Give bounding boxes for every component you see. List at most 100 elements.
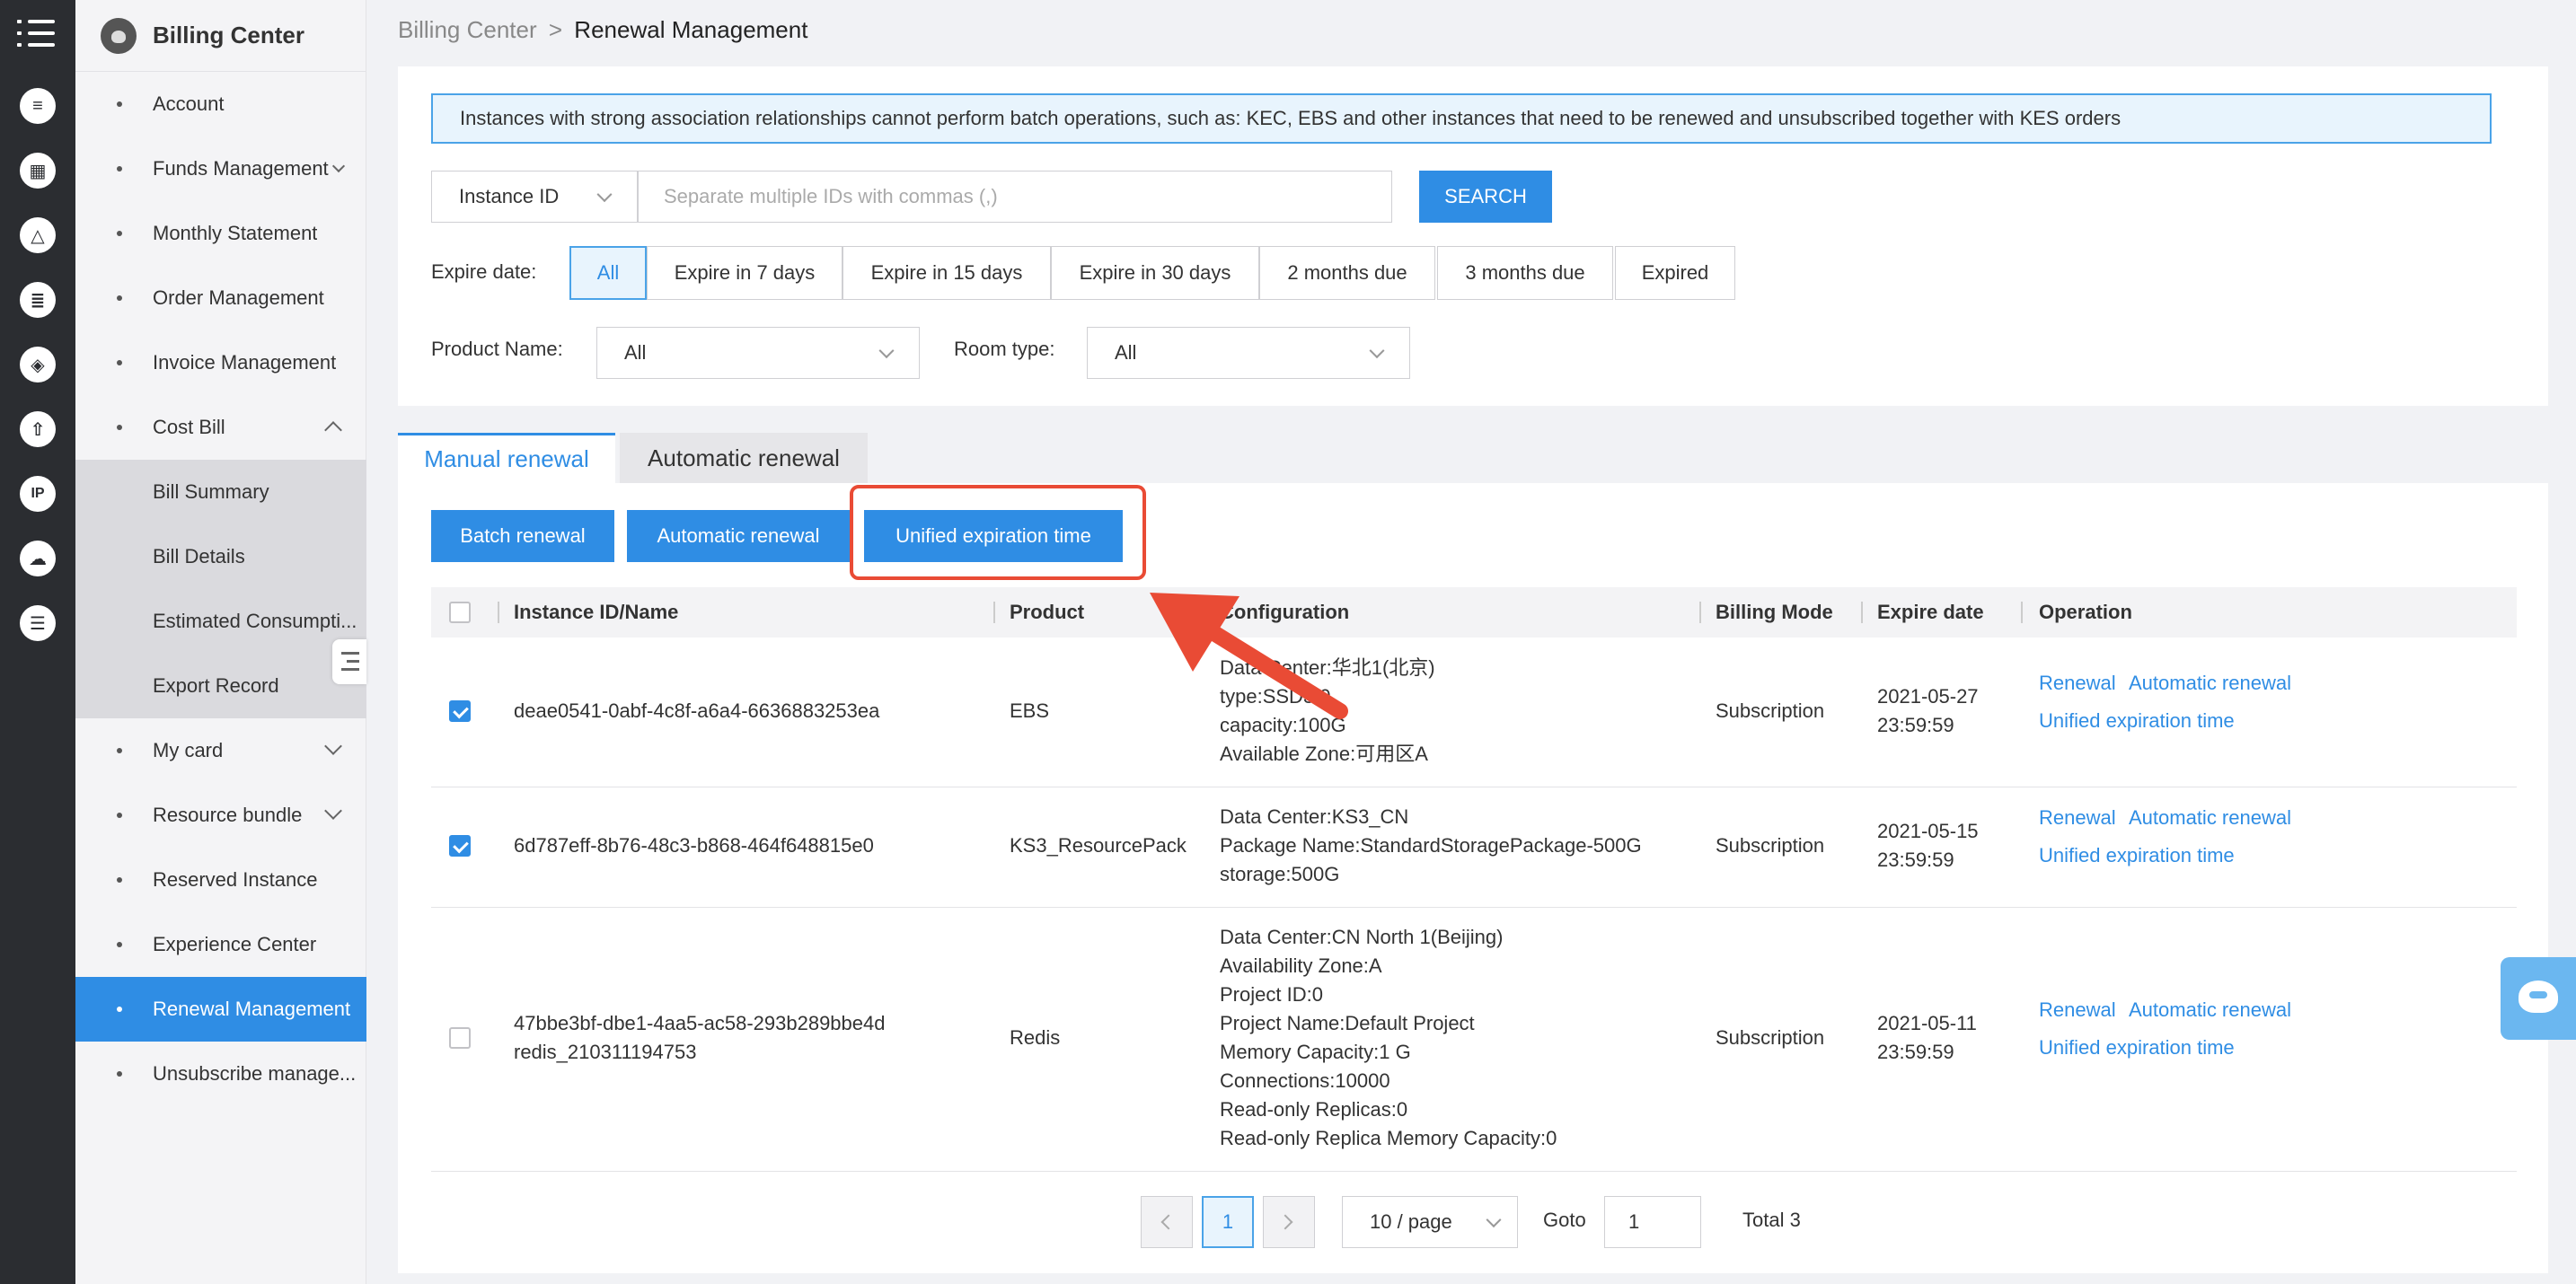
product-cell: Redis (1010, 1026, 1061, 1049)
ip-icon[interactable]: IP (20, 476, 56, 512)
unified-expiration-link[interactable]: Unified expiration time (2039, 709, 2235, 733)
room-type-label: Room type: (954, 338, 1055, 360)
sidebar-item-bill-details[interactable]: Bill Details (75, 524, 366, 589)
sidebar-collapse-icon[interactable] (332, 639, 366, 684)
page-size-value: 10 / page (1370, 1210, 1452, 1233)
sidebar-item-unsubscribe-management[interactable]: Unsubscribe manage... (75, 1042, 366, 1106)
config-line: Project Name:Default Project (1220, 1012, 1475, 1034)
sidebar-item-monthly-statement[interactable]: Monthly Statement (75, 201, 366, 266)
config-line: storage:500G (1220, 863, 1340, 885)
expire-filter-15-days[interactable]: Expire in 15 days (842, 246, 1051, 300)
sidebar-item-resource-bundle[interactable]: Resource bundle (75, 783, 366, 848)
automatic-renewal-link[interactable]: Automatic renewal (2129, 998, 2291, 1022)
goto-page-input[interactable]: 1 (1604, 1196, 1701, 1248)
database-icon[interactable]: ≣ (20, 282, 56, 318)
menu-icon[interactable] (17, 18, 55, 48)
cloud-icon[interactable]: ☁ (20, 541, 56, 576)
billing-mode-cell: Subscription (1716, 699, 1825, 722)
column-header-billing-mode: Billing Mode (1716, 601, 1833, 623)
sidebar-item-label: Funds Management (153, 157, 329, 180)
expire-filter-30-days[interactable]: Expire in 30 days (1051, 246, 1259, 300)
row-divider (431, 907, 2517, 908)
sidebar-item-invoice-management[interactable]: Invoice Management (75, 330, 366, 395)
row-checkbox[interactable] (449, 1027, 471, 1049)
chevron-down-icon (1486, 1212, 1502, 1228)
goto-label: Goto (1543, 1209, 1586, 1231)
search-input[interactable]: Separate multiple IDs with commas (,) (638, 171, 1392, 223)
grid-icon[interactable]: ▦ (20, 153, 56, 189)
tab-automatic-renewal[interactable]: Automatic renewal (620, 433, 868, 483)
page-size-select[interactable]: 10 / page (1342, 1196, 1518, 1248)
sidebar-item-cost-bill[interactable]: Cost Bill (75, 395, 366, 460)
config-line: Available Zone:可用区A (1220, 743, 1428, 765)
expire-filter-7-days[interactable]: Expire in 7 days (647, 246, 842, 300)
prev-page-button[interactable] (1141, 1196, 1193, 1248)
cloud-upload-icon[interactable]: ⇧ (20, 411, 56, 447)
support-chat-icon[interactable] (2501, 957, 2576, 1040)
config-line: Connections:10000 (1220, 1069, 1390, 1092)
sidebar-item-estimated-consumption[interactable]: Estimated Consumpti... (75, 589, 366, 654)
billing-logo-icon (101, 17, 137, 54)
product-name-select[interactable]: All (596, 327, 920, 379)
row-divider (431, 1171, 2517, 1172)
expire-filter-all[interactable]: All (569, 246, 647, 300)
sidebar-title: Billing Center (153, 22, 305, 48)
instance-type-select[interactable]: Instance ID (431, 171, 638, 223)
renewal-link[interactable]: Renewal (2039, 806, 2116, 830)
table-header: Instance ID/Name Product Configuration B… (431, 587, 2517, 638)
tab-manual-renewal[interactable]: Manual renewal (398, 433, 615, 483)
config-line: Availability Zone:A (1220, 954, 1382, 977)
breadcrumb-root[interactable]: Billing Center (398, 16, 537, 43)
list-icon[interactable]: ☰ (20, 605, 56, 641)
layers-icon[interactable]: ◈ (20, 347, 56, 383)
select-all-checkbox[interactable] (449, 602, 471, 623)
instance-name: redis_210311194753 (514, 1041, 697, 1063)
sidebar-header: Billing Center (75, 0, 366, 72)
breadcrumb-current: Renewal Management (574, 16, 808, 43)
sidebar-item-my-card[interactable]: My card (75, 718, 366, 783)
automatic-renewal-link[interactable]: Automatic renewal (2129, 672, 2291, 695)
chevron-down-icon (1369, 343, 1385, 359)
search-button[interactable]: SEARCH (1419, 171, 1552, 223)
sidebar-item-experience-center[interactable]: Experience Center (75, 912, 366, 977)
unified-expiration-link[interactable]: Unified expiration time (2039, 1036, 2235, 1060)
renewal-link[interactable]: Renewal (2039, 672, 2116, 695)
batch-renewal-button[interactable]: Batch renewal (431, 510, 614, 562)
configuration-cell: Data Center:KS3_CN Package Name:Standard… (1220, 803, 1642, 889)
product-cell: KS3_ResourcePack (1010, 834, 1187, 857)
server-icon[interactable]: ≡ (20, 88, 56, 124)
config-line: Project ID:0 (1220, 983, 1323, 1006)
product-cell: EBS (1010, 699, 1050, 722)
row-checkbox[interactable] (449, 700, 471, 722)
config-line: Package Name:StandardStoragePackage-500G (1220, 834, 1642, 857)
sidebar-item-label: Account (153, 92, 225, 115)
sidebar-item-label: Cost Bill (153, 416, 225, 438)
automatic-renewal-button[interactable]: Automatic renewal (627, 510, 850, 562)
network-icon[interactable]: △ (20, 217, 56, 253)
sidebar-item-renewal-management[interactable]: Renewal Management (75, 977, 366, 1042)
config-line: Read-only Replicas:0 (1220, 1098, 1408, 1121)
config-line: Data Center:KS3_CN (1220, 805, 1409, 828)
sidebar-item-label: Bill Details (153, 545, 245, 567)
sidebar-item-export-record[interactable]: Export Record (75, 654, 366, 718)
sidebar-item-bill-summary[interactable]: Bill Summary (75, 460, 366, 524)
expire-filter-expired[interactable]: Expired (1615, 246, 1735, 300)
expire-time: 23:59:59 (1877, 849, 1954, 871)
renewal-link[interactable]: Renewal (2039, 998, 2116, 1022)
expire-filter-2-months[interactable]: 2 months due (1259, 246, 1435, 300)
sidebar-item-reserved-instance[interactable]: Reserved Instance (75, 848, 366, 912)
sidebar-item-order-management[interactable]: Order Management (75, 266, 366, 330)
sidebar: Billing Center Account Funds Management … (75, 0, 366, 1284)
icon-rail: ≡ ▦ △ ≣ ◈ ⇧ IP ☁ ☰ (0, 0, 75, 1284)
page-number-current[interactable]: 1 (1202, 1196, 1254, 1248)
automatic-renewal-link[interactable]: Automatic renewal (2129, 806, 2291, 830)
next-page-button[interactable] (1263, 1196, 1315, 1248)
expire-filter-3-months[interactable]: 3 months due (1437, 246, 1613, 300)
row-checkbox[interactable] (449, 835, 471, 857)
sidebar-item-funds[interactable]: Funds Management (75, 136, 366, 201)
sidebar-item-label: Bill Summary (153, 480, 269, 503)
room-type-select[interactable]: All (1087, 327, 1410, 379)
unified-expiration-link[interactable]: Unified expiration time (2039, 844, 2235, 867)
sidebar-item-account[interactable]: Account (75, 72, 366, 136)
instance-id: 6d787eff-8b76-48c3-b868-464f648815e0 (514, 834, 874, 857)
